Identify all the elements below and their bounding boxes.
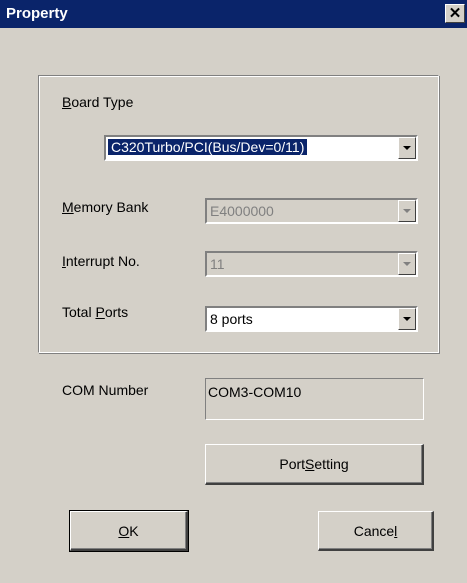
- com-number-field: COM3-COM10: [205, 378, 424, 420]
- com-number-value: COM3-COM10: [208, 384, 302, 400]
- memory-bank-value: E4000000: [210, 203, 274, 219]
- memory-bank-dropdown-button: [398, 200, 416, 222]
- property-dialog: Property ✕ Board Type C320Turbo/PCI(Bus/…: [0, 0, 467, 583]
- interrupt-dropdown-button: [398, 253, 416, 275]
- chevron-down-icon: [403, 209, 411, 213]
- board-type-value: C320Turbo/PCI(Bus/Dev=0/11): [106, 138, 309, 156]
- chevron-down-icon: [403, 262, 411, 266]
- memory-bank-label: Memory Bank: [62, 199, 149, 215]
- close-button[interactable]: ✕: [445, 4, 465, 23]
- board-type-select[interactable]: C320Turbo/PCI(Bus/Dev=0/11): [104, 135, 418, 161]
- total-ports-select[interactable]: 8 ports: [205, 306, 418, 332]
- chevron-down-icon: [403, 146, 411, 150]
- cancel-button[interactable]: Cance l: [318, 511, 434, 551]
- board-type-dropdown-button[interactable]: [398, 137, 416, 159]
- memory-bank-select: E4000000: [205, 198, 418, 224]
- interrupt-value: 11: [210, 256, 225, 272]
- interrupt-label: Interrupt No.: [62, 253, 140, 269]
- close-icon: ✕: [448, 5, 462, 22]
- window-title: Property: [6, 5, 68, 22]
- total-ports-value: 8 ports: [210, 311, 253, 327]
- interrupt-select: 11: [205, 251, 418, 277]
- total-ports-dropdown-button[interactable]: [398, 308, 416, 330]
- com-number-label: COM Number: [62, 382, 149, 398]
- chevron-down-icon: [403, 317, 411, 321]
- total-ports-label: Total Ports: [62, 304, 129, 320]
- title-bar[interactable]: Property ✕: [0, 0, 467, 28]
- board-type-label: Board Type: [62, 94, 134, 110]
- ok-button[interactable]: OK: [69, 510, 189, 552]
- port-setting-button[interactable]: Port Setting: [205, 444, 424, 485]
